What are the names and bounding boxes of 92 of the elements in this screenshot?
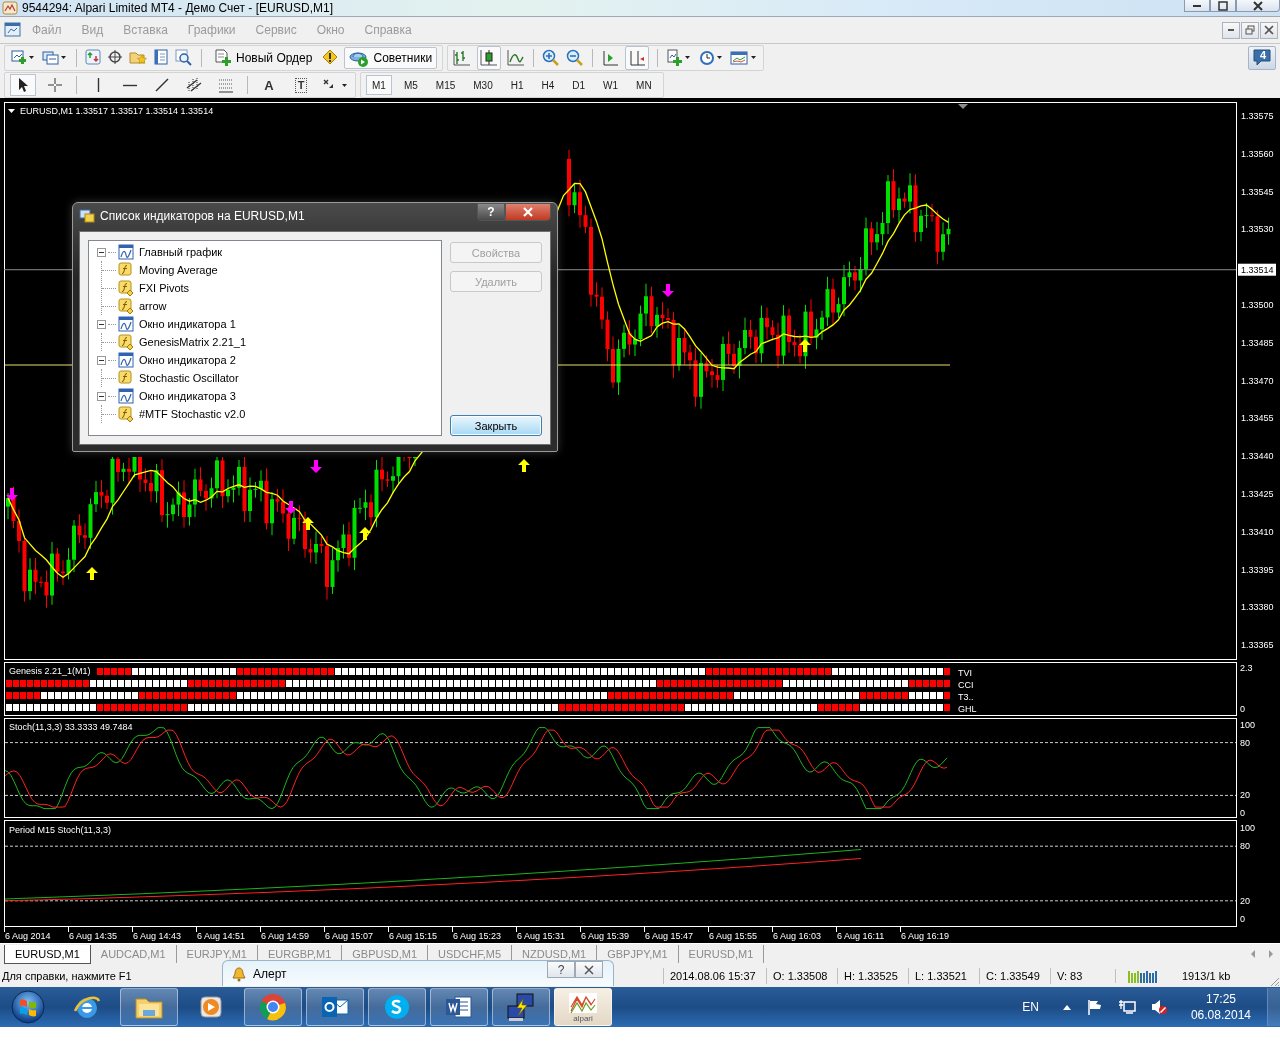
language-indicator[interactable]: EN <box>1022 1000 1039 1014</box>
time-label: 6 Aug 15:15 <box>389 931 438 941</box>
matrix-row-label: T3.. <box>958 692 974 702</box>
message-count: 4 <box>1260 49 1267 61</box>
status-field: V: 83 <box>1050 968 1115 984</box>
traffic-text: 1913/1 kb <box>1182 970 1231 982</box>
window-title: 9544294: Alpari Limited MT4 - Демо Счет - [EURUSD,M1] <box>22 1 334 15</box>
new-order-button[interactable]: Новый Ордер <box>210 47 317 69</box>
price-label: 1.33440 <box>1241 451 1274 462</box>
experts-button[interactable]: Советники <box>344 47 438 69</box>
clock-date[interactable]: 06.08.2014 <box>1190 1007 1251 1023</box>
label-tool-button[interactable]: T <box>288 74 314 96</box>
matrix-row-label: GHL <box>958 704 977 714</box>
tree-item[interactable]: Окно индикатора 2 <box>97 351 239 369</box>
scale-label: 2.3 <box>1240 663 1253 673</box>
price-label: 1.33425 <box>1241 489 1274 499</box>
price-label: 1.33500 <box>1241 300 1274 310</box>
timeframe-button[interactable]: MN <box>630 75 658 95</box>
help-button[interactable]: ? <box>477 203 505 221</box>
chart-header: EURUSD,M1 1.33517 1.33517 1.33514 1.33514 <box>20 106 214 116</box>
tree-item[interactable]: arrow <box>102 297 170 315</box>
scale-label: 80 <box>1240 841 1250 852</box>
price-label: 1.33560 <box>1241 148 1274 159</box>
time-label: 6 Aug 16:19 <box>901 931 950 941</box>
matrix-row-label: TVI <box>958 668 972 678</box>
price-label: 1.33545 <box>1241 186 1274 197</box>
scale-label: 20 <box>1240 790 1250 801</box>
status-field: 2014.08.06 15:37 <box>663 968 766 984</box>
scale-label: 0 <box>1240 914 1245 924</box>
timeframe-button[interactable]: M1 <box>366 75 392 95</box>
indicator-title: Stoch(11,3,3) 33.3333 49.7484 <box>9 722 133 732</box>
messages-button[interactable]: 4 <box>1248 46 1276 70</box>
text-tool-button[interactable]: A <box>256 74 282 96</box>
timeframe-button[interactable]: M5 <box>397 75 424 95</box>
time-label: 6 Aug 14:59 <box>261 931 310 941</box>
chart-tab[interactable]: EURUSD,M1 <box>4 945 91 964</box>
status-field: C: 1.33549 <box>979 968 1050 984</box>
indicator-title: Genesis 2.21_1(M1) <box>9 666 91 676</box>
tree-item[interactable]: Moving Average <box>102 261 221 279</box>
tree-item[interactable]: Окно индикатора 3 <box>97 387 239 405</box>
time-label: 6 Aug 14:43 <box>133 931 182 941</box>
help-button[interactable]: ? <box>547 961 575 978</box>
taskbar-app-button[interactable]: alpari <box>554 988 612 1026</box>
time-label: 6 Aug 14:35 <box>69 931 118 941</box>
price-label: 1.33485 <box>1241 337 1274 348</box>
time-label: 6 Aug 15:07 <box>325 931 374 941</box>
timeframe-button[interactable]: H1 <box>504 75 530 95</box>
status-field: H: 1.33525 <box>837 968 908 984</box>
price-label: 1.33365 <box>1241 640 1274 651</box>
time-label: 6 Aug 15:23 <box>453 931 502 941</box>
tree-item[interactable]: Stochastic Oscillator <box>102 369 242 387</box>
time-label: 6 Aug 2014 <box>5 931 51 941</box>
price-label: 1.33470 <box>1241 375 1274 386</box>
time-label: 6 Aug 15:31 <box>517 931 566 941</box>
timeframe-button[interactable]: H4 <box>535 75 561 95</box>
time-label: 6 Aug 16:11 <box>837 931 885 941</box>
matrix-row-label: CCI <box>958 680 974 690</box>
price-label: 1.33455 <box>1241 413 1274 424</box>
scale-label: 20 <box>1240 895 1250 906</box>
indicator-title: Period M15 Stoch(11,3,3) <box>9 825 111 835</box>
dialog-title: Список индикаторов на EURUSD,M1 <box>100 209 305 223</box>
time-label: 6 Aug 16:03 <box>773 931 822 941</box>
scale-label: 100 <box>1240 720 1256 730</box>
price-label: 1.33575 <box>1241 111 1274 121</box>
timeframe-button[interactable]: D1 <box>566 75 592 95</box>
scale-label: 0 <box>1240 704 1245 714</box>
tree-item[interactable]: GenesisMatrix 2.21_1 <box>102 333 249 351</box>
alert-title: Алерт <box>253 966 287 981</box>
tree-item[interactable]: Окно индикатора 1 <box>97 315 239 333</box>
price-label: 1.33530 <box>1241 224 1274 235</box>
time-label: 6 Aug 15:39 <box>581 931 630 941</box>
dialog-button[interactable]: Закрыть <box>450 415 542 436</box>
clock-time[interactable]: 17:25 <box>1205 991 1236 1007</box>
status-field: L: 1.33521 <box>908 968 979 984</box>
time-label: 6 Aug 15:47 <box>645 931 694 941</box>
time-label: 6 Aug 15:55 <box>709 931 758 941</box>
timeframe-button[interactable]: M15 <box>429 75 462 95</box>
current-price-label: 1.33514 <box>1238 263 1276 276</box>
status-field: O: 1.33508 <box>766 968 837 984</box>
scale-label: 80 <box>1240 737 1250 748</box>
price-label: 1.33395 <box>1241 564 1274 575</box>
tree-item[interactable]: #MTF Stochastic v2.0 <box>102 405 249 423</box>
price-label: 1.33380 <box>1241 602 1274 613</box>
time-label: 6 Aug 14:51 <box>197 931 246 941</box>
timeframe-button[interactable]: W1 <box>597 75 625 95</box>
scale-label: 100 <box>1240 823 1256 833</box>
scale-label: 0 <box>1240 808 1245 818</box>
tree-item[interactable]: FXI Pivots <box>102 279 193 297</box>
timeframe-button[interactable]: M30 <box>467 75 499 95</box>
price-label: 1.33410 <box>1241 526 1274 537</box>
status-help-text: Для справки, нажмите F1 <box>1 970 132 982</box>
tree-item[interactable]: Главный график <box>97 243 226 261</box>
